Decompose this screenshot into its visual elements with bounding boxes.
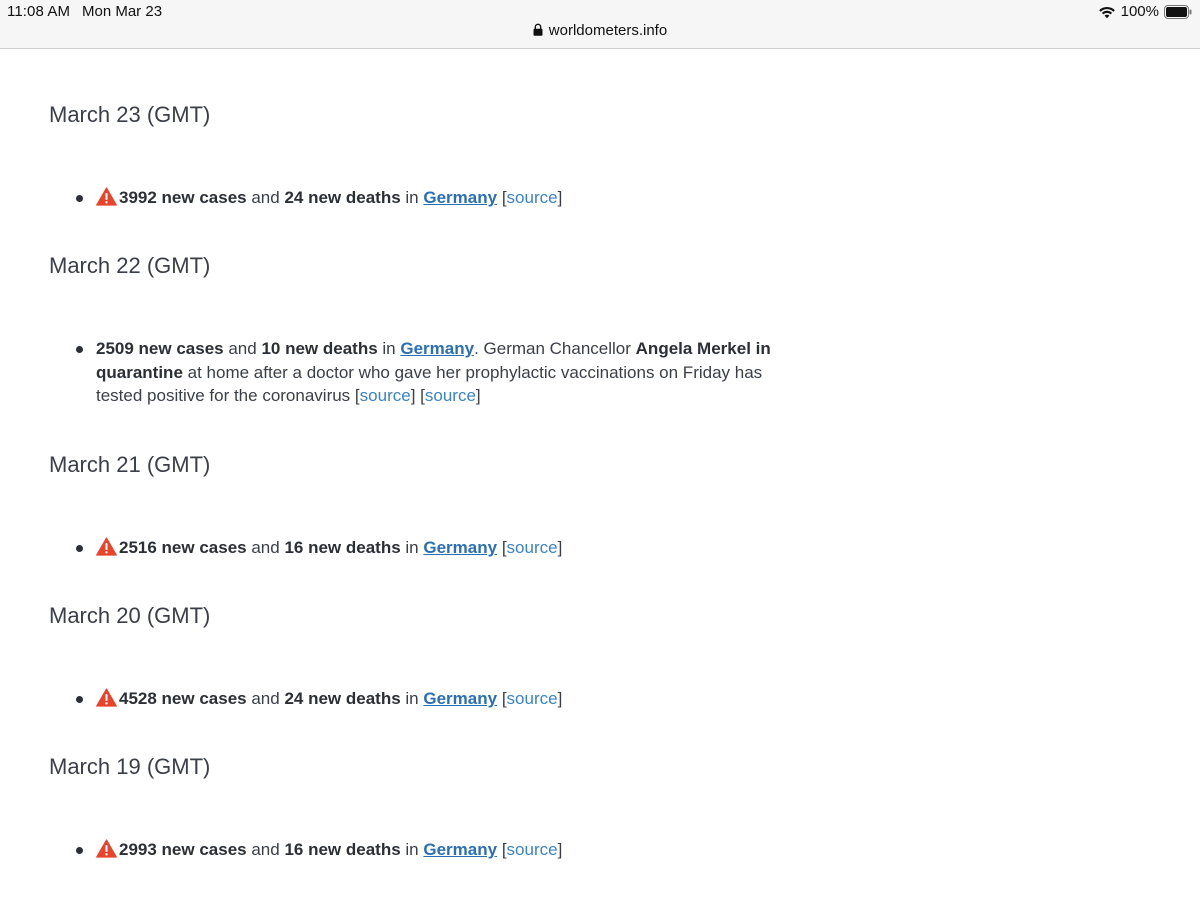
new-deaths: 16 new deaths	[284, 538, 401, 557]
page-content: March 23 (GMT) 3992 new cases and 24 new…	[0, 49, 1200, 900]
source-link[interactable]: source	[425, 386, 476, 405]
bullet	[76, 195, 83, 202]
day-title: March 21 (GMT)	[49, 452, 211, 477]
source-link[interactable]: source	[507, 689, 558, 708]
connector-text: in	[405, 689, 419, 708]
day-title: March 19 (GMT)	[49, 754, 211, 779]
country-link[interactable]: Germany	[423, 689, 497, 708]
new-deaths: 24 new deaths	[284, 188, 401, 207]
connector-text: and	[251, 188, 280, 207]
news-text: . German Chancellor	[474, 339, 631, 358]
status-bar: 11:08 AM Mon Mar 23 100% worldometers.in…	[0, 0, 1200, 49]
connector-text: and	[251, 840, 280, 859]
day-section: March 19 (GMT)	[49, 754, 769, 780]
source-link[interactable]: source	[507, 538, 558, 557]
list-item: 2993 new cases and 16 new deaths in Germ…	[76, 838, 796, 862]
url-text: worldometers.info	[548, 22, 668, 39]
list-item: 2509 new cases and 10 new deaths in Germ…	[76, 337, 796, 408]
url-bar[interactable]: worldometers.info	[0, 22, 1200, 39]
list-item: 2516 new cases and 16 new deaths in Germ…	[76, 536, 796, 560]
warning-icon	[96, 688, 117, 707]
connector-text: and	[228, 339, 257, 358]
connector-text: in	[405, 538, 419, 557]
warning-icon	[96, 839, 117, 858]
day-title: March 20 (GMT)	[49, 603, 211, 628]
connector-text: in	[382, 339, 396, 358]
day-title: March 23 (GMT)	[49, 102, 211, 127]
new-cases: 3992 new cases	[119, 188, 247, 207]
status-indicators: 100%	[1098, 3, 1192, 20]
connector-text: and	[251, 689, 280, 708]
bullet	[76, 545, 83, 552]
day-section: March 22 (GMT)	[49, 253, 769, 279]
warning-icon	[96, 187, 117, 206]
warning-icon	[96, 537, 117, 556]
bullet	[76, 346, 83, 353]
source-link[interactable]: source	[507, 188, 558, 207]
day-section: March 23 (GMT)	[49, 102, 769, 128]
country-link[interactable]: Germany	[423, 538, 497, 557]
country-link[interactable]: Germany	[423, 840, 497, 859]
battery-icon	[1164, 4, 1192, 19]
list-item: 4528 new cases and 24 new deaths in Germ…	[76, 687, 796, 711]
battery-percent: 100%	[1120, 3, 1159, 20]
wifi-icon	[1098, 6, 1115, 18]
day-title: March 22 (GMT)	[49, 253, 211, 278]
status-time: 11:08 AM	[7, 3, 71, 20]
source-link[interactable]: source	[507, 840, 558, 859]
new-cases: 2993 new cases	[119, 840, 247, 859]
day-section: March 20 (GMT)	[49, 603, 769, 629]
country-link[interactable]: Germany	[400, 339, 474, 358]
new-cases: 2509 new cases	[96, 339, 224, 358]
connector-text: in	[405, 840, 419, 859]
new-deaths: 24 new deaths	[284, 689, 401, 708]
list-item: 3992 new cases and 24 new deaths in Germ…	[76, 186, 796, 210]
connector-text: and	[251, 538, 280, 557]
bullet	[76, 696, 83, 703]
lock-icon	[533, 23, 543, 36]
bullet	[76, 847, 83, 854]
new-deaths: 16 new deaths	[284, 840, 401, 859]
country-link[interactable]: Germany	[423, 188, 497, 207]
day-section: March 21 (GMT)	[49, 452, 769, 478]
connector-text: in	[405, 188, 419, 207]
new-deaths: 10 new deaths	[261, 339, 378, 358]
new-cases: 2516 new cases	[119, 538, 247, 557]
source-link[interactable]: source	[360, 386, 411, 405]
new-cases: 4528 new cases	[119, 689, 247, 708]
status-date: Mon Mar 23	[82, 3, 163, 20]
